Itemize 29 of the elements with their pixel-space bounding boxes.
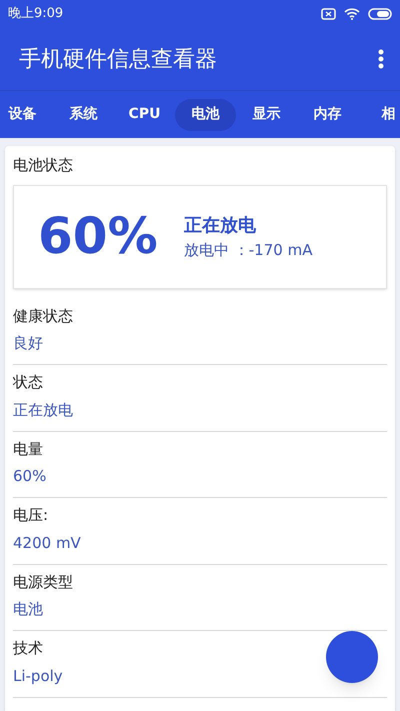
info-label: 状态	[13, 372, 44, 393]
tab[interactable]: 相	[358, 98, 400, 130]
info-label: 技术	[13, 638, 44, 659]
battery-current: 放电中 ：-170 mA	[184, 240, 312, 261]
info-value: 电池	[13, 599, 44, 620]
tab[interactable]: 设备	[0, 98, 53, 130]
tab[interactable]: 电池	[175, 98, 236, 130]
menu-icon[interactable]	[378, 49, 384, 69]
info-value: 正在放电	[13, 400, 74, 420]
info-label: 电源类型	[13, 572, 74, 592]
section-title: 电池状态	[13, 155, 74, 176]
app-title: 手机硬件信息查看器	[19, 46, 217, 74]
status-time: 晚上9:09	[8, 5, 64, 24]
notification-icon	[321, 8, 336, 20]
tab[interactable]: 系统	[53, 98, 114, 130]
info-label: 电压:	[13, 505, 50, 526]
info-value: Li-poly	[13, 666, 64, 686]
info-value: 60%	[13, 466, 48, 487]
tab[interactable]: 内存	[297, 98, 358, 130]
info-label: 健康状态	[13, 306, 74, 326]
info-value: 4200 mV	[13, 532, 82, 554]
info-label: 电量	[13, 438, 44, 460]
info-value: 良好	[13, 333, 44, 354]
tab[interactable]: CPU	[114, 98, 175, 130]
battery-percent: 60%	[38, 206, 159, 267]
wifi-icon	[344, 8, 360, 20]
battery-status: 正在放电	[184, 214, 257, 238]
tab[interactable]: 显示	[236, 98, 297, 130]
battery-icon	[368, 8, 392, 20]
